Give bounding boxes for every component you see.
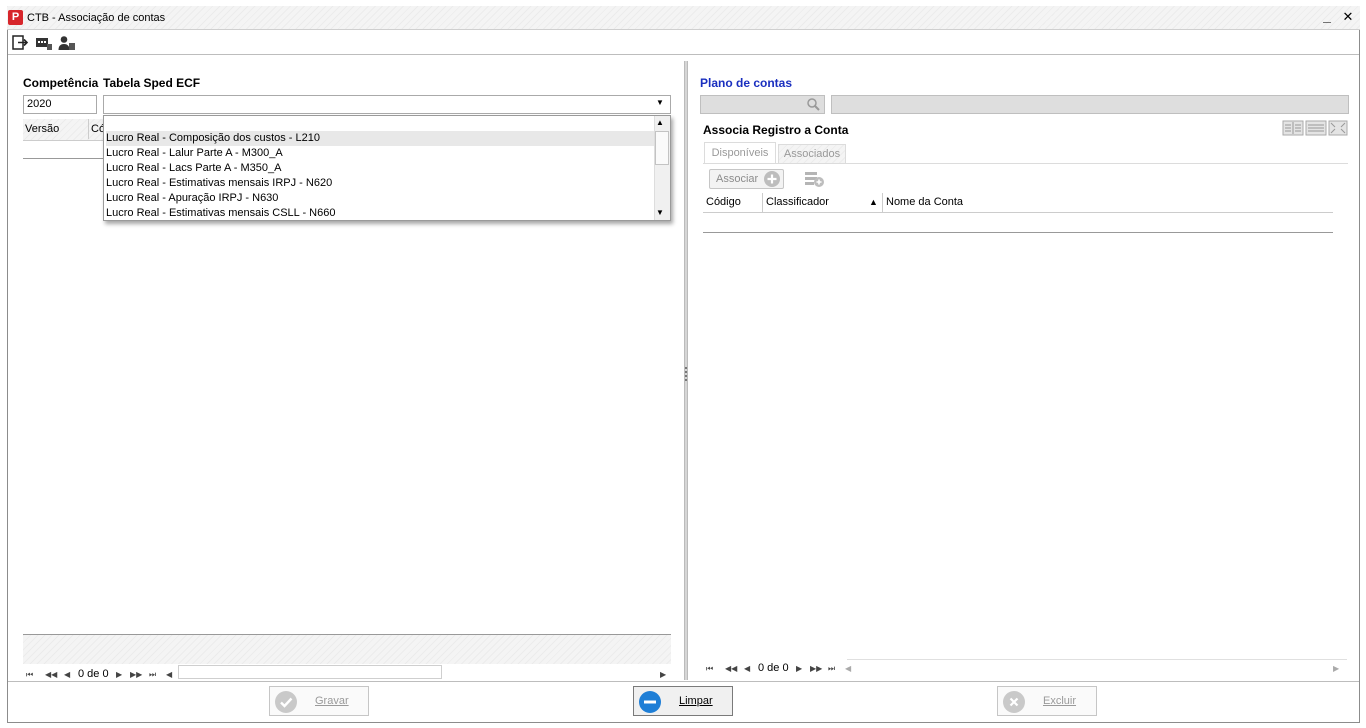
left-grid-separator <box>23 158 105 159</box>
scroll-right-icon[interactable]: ▶ <box>660 670 666 679</box>
gravar-button-label: Gravar <box>315 695 349 707</box>
first-page-icon[interactable]: ⏮ <box>26 670 33 680</box>
tab-disponiveis[interactable]: Disponíveis <box>704 142 776 164</box>
tabela-sped-ecf-label: Tabela Sped ECF <box>103 76 201 90</box>
competencia-label: Competência <box>23 76 99 90</box>
previous-page-block-icon[interactable]: ◀◀ <box>725 664 737 673</box>
app-logo-icon: P <box>8 10 23 25</box>
plano-de-contas-label: Plano de contas <box>700 76 793 90</box>
exit-icon[interactable] <box>12 35 30 51</box>
dropdown-item[interactable]: Lucro Real - Apuração IRPJ - N630 <box>106 191 654 206</box>
splitter-grip-icon[interactable] <box>685 367 687 381</box>
tabela-sped-ecf-select[interactable] <box>103 95 671 114</box>
previous-page-icon[interactable]: ◀ <box>64 670 70 679</box>
next-page-icon[interactable]: ▶ <box>116 670 122 679</box>
left-pager-text: 0 de 0 <box>78 668 109 680</box>
column-divider <box>88 119 89 139</box>
search-icon[interactable] <box>806 97 822 111</box>
next-page-block-icon[interactable]: ▶▶ <box>810 664 822 673</box>
limpar-button-label: Limpar <box>679 695 713 707</box>
list-view-icon <box>1305 120 1327 136</box>
column-header-versao[interactable]: Versão <box>25 123 59 135</box>
dropdown-item[interactable]: Lucro Real - Estimativas mensais CSLL - … <box>106 206 654 220</box>
expand-icon <box>1328 120 1348 136</box>
column-divider <box>882 193 883 212</box>
tab-content-border <box>703 163 1348 164</box>
plano-nome-conta-input[interactable] <box>831 95 1349 114</box>
column-header-classificador[interactable]: Classificador <box>766 196 829 208</box>
last-page-icon[interactable]: ⏭ <box>149 670 156 680</box>
columns-view-icon <box>1282 120 1304 136</box>
tabela-dropdown-list: Lucro Real - Composição dos custos - L21… <box>103 115 671 221</box>
next-page-block-icon[interactable]: ▶▶ <box>130 670 142 679</box>
dropdown-item[interactable]: Lucro Real - Lalur Parte A - M300_A <box>106 146 654 161</box>
dropdown-arrow-icon[interactable]: ▼ <box>656 98 664 107</box>
scroll-down-icon[interactable]: ▼ <box>656 208 664 217</box>
minimize-button[interactable]: _ <box>1318 8 1336 26</box>
check-icon <box>275 691 297 713</box>
associa-registro-label: Associa Registro a Conta <box>703 123 849 137</box>
screen-icon[interactable] <box>35 35 53 51</box>
view-mode-icons <box>1282 120 1348 136</box>
dropdown-scroll-thumb[interactable] <box>655 131 669 165</box>
column-header-nome-da-conta[interactable]: Nome da Conta <box>886 196 963 208</box>
previous-page-icon[interactable]: ◀ <box>744 664 750 673</box>
associar-button-label: Associar <box>716 173 759 185</box>
sort-ascending-icon[interactable]: ▲ <box>869 197 878 207</box>
last-page-icon[interactable]: ⏭ <box>828 664 835 674</box>
column-divider <box>762 193 763 212</box>
user-icon[interactable] <box>58 35 76 51</box>
dropdown-item[interactable]: Lucro Real - Composição dos custos - L21… <box>106 131 654 146</box>
left-grid-footer <box>23 634 671 664</box>
next-page-icon[interactable]: ▶ <box>796 664 802 673</box>
toolbar <box>8 31 1359 55</box>
window-title: CTB - Associação de contas <box>27 12 166 24</box>
add-icon <box>763 170 781 188</box>
limpar-button[interactable]: Limpar <box>633 686 733 716</box>
dropdown-item[interactable]: Lucro Real - Estimativas mensais IRPJ - … <box>106 176 654 191</box>
previous-page-block-icon[interactable]: ◀◀ <box>45 670 57 679</box>
tab-associados[interactable]: Associados <box>778 144 846 164</box>
first-page-icon[interactable]: ⏮ <box>706 664 713 674</box>
excluir-button-label: Excluir <box>1043 695 1077 707</box>
delete-x-icon <box>1003 691 1025 713</box>
gravar-button[interactable]: Gravar <box>269 686 369 716</box>
column-header-codigo[interactable]: Código <box>706 196 741 208</box>
scroll-left-icon[interactable]: ◀ <box>166 670 172 679</box>
competencia-input[interactable]: 2020 <box>23 95 97 114</box>
excluir-button[interactable]: Excluir <box>997 686 1097 716</box>
scroll-up-icon[interactable]: ▲ <box>656 118 664 127</box>
right-pager-text: 0 de 0 <box>758 662 789 674</box>
close-button[interactable]: ✕ <box>1339 8 1357 26</box>
right-horizontal-scrollbar[interactable] <box>847 659 1347 673</box>
associate-all-icon[interactable] <box>804 170 826 188</box>
minus-icon <box>639 691 661 713</box>
left-horizontal-scrollbar[interactable] <box>178 665 442 679</box>
scroll-right-icon[interactable]: ▶ <box>1333 664 1339 673</box>
title-bar <box>7 6 1360 30</box>
dropdown-item[interactable]: Lucro Real - Lacs Parte A - M350_A <box>106 161 654 176</box>
right-grid-separator <box>703 232 1333 233</box>
